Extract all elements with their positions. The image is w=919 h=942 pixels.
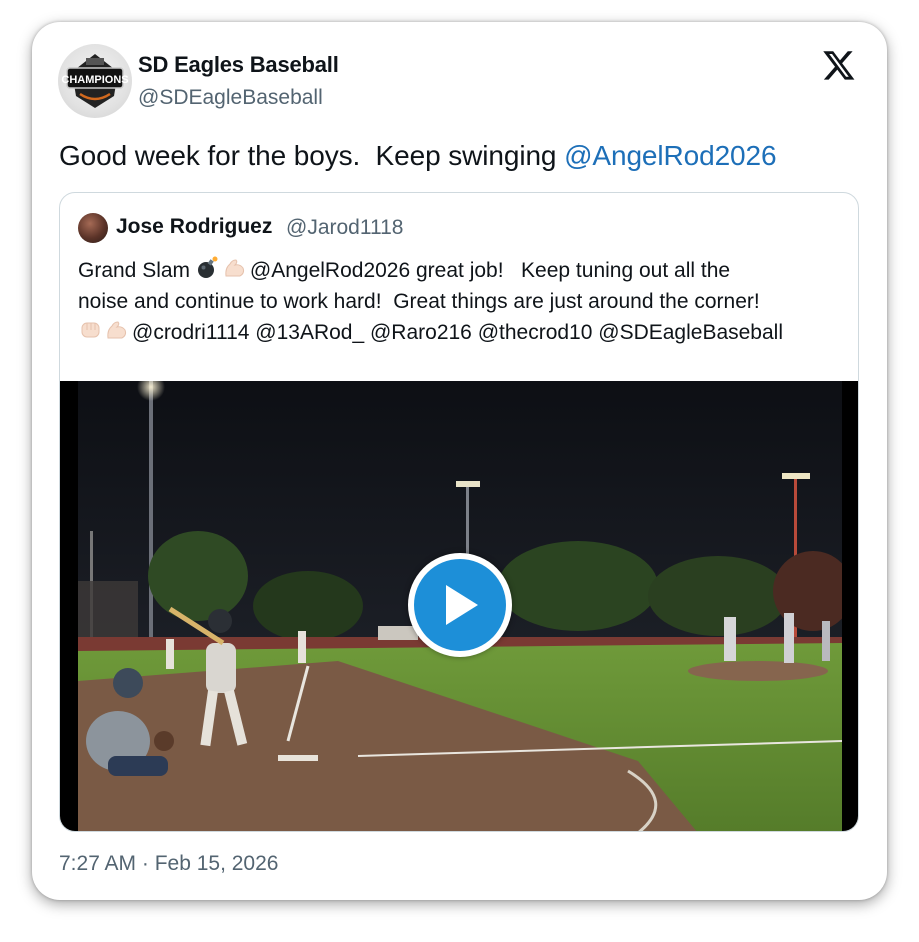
author-name[interactable]: SD Eagles Baseball <box>138 52 339 78</box>
champions-logo-icon: CHAMPIONS <box>61 54 129 108</box>
quoted-line-3-text: @crodri1114 @13ARod_ @Raro216 @thecrod10… <box>132 321 783 344</box>
author-avatar[interactable]: CHAMPIONS <box>58 44 132 118</box>
author-handle[interactable]: @SDEagleBaseball <box>138 86 323 110</box>
quoted-line-3: @crodri1114 @13ARod_ @Raro216 @thecrod10… <box>78 317 848 348</box>
tweet-text-body: Good week for the boys. Keep swinging <box>59 140 565 171</box>
tweet-card: CHAMPIONS SD Eagles Baseball @SDEagleBas… <box>32 22 887 900</box>
play-button[interactable] <box>408 553 512 657</box>
x-logo-icon[interactable] <box>822 48 856 82</box>
quoted-line-1-end: @AngelRod2026 great job! Keep tuning out… <box>249 259 731 282</box>
quoted-line-1: Grand Slam @AngelRod2026 great job! Keep… <box>78 255 848 286</box>
play-button-inner <box>414 559 506 651</box>
tweet-text: Good week for the boys. Keep swinging @A… <box>59 140 777 172</box>
fist-bump-icon <box>81 322 100 338</box>
video-player[interactable] <box>60 381 858 831</box>
quoted-line-2: noise and continue to work hard! Great t… <box>78 290 760 313</box>
bomb-icon <box>197 256 218 278</box>
quoted-line-1-start: Grand Slam <box>78 259 196 282</box>
tweet-timestamp[interactable]: 7:27 AM · Feb 15, 2026 <box>59 852 278 876</box>
avatar-logo-text: CHAMPIONS <box>61 74 128 86</box>
play-icon <box>446 585 478 625</box>
flexed-biceps-icon <box>107 321 127 339</box>
quoted-tweet-text: Grand Slam @AngelRod2026 great job! Keep… <box>78 255 848 348</box>
quoted-author-avatar[interactable] <box>78 213 108 243</box>
quoted-tweet[interactable]: Jose Rodriguez @Jarod1118 Grand Slam @An… <box>59 192 859 832</box>
tweet-mention-link[interactable]: @AngelRod2026 <box>564 140 777 171</box>
quoted-author-name[interactable]: Jose Rodriguez <box>116 215 272 239</box>
flexed-biceps-icon <box>225 259 244 277</box>
quoted-author-handle[interactable]: @Jarod1118 <box>286 216 403 240</box>
